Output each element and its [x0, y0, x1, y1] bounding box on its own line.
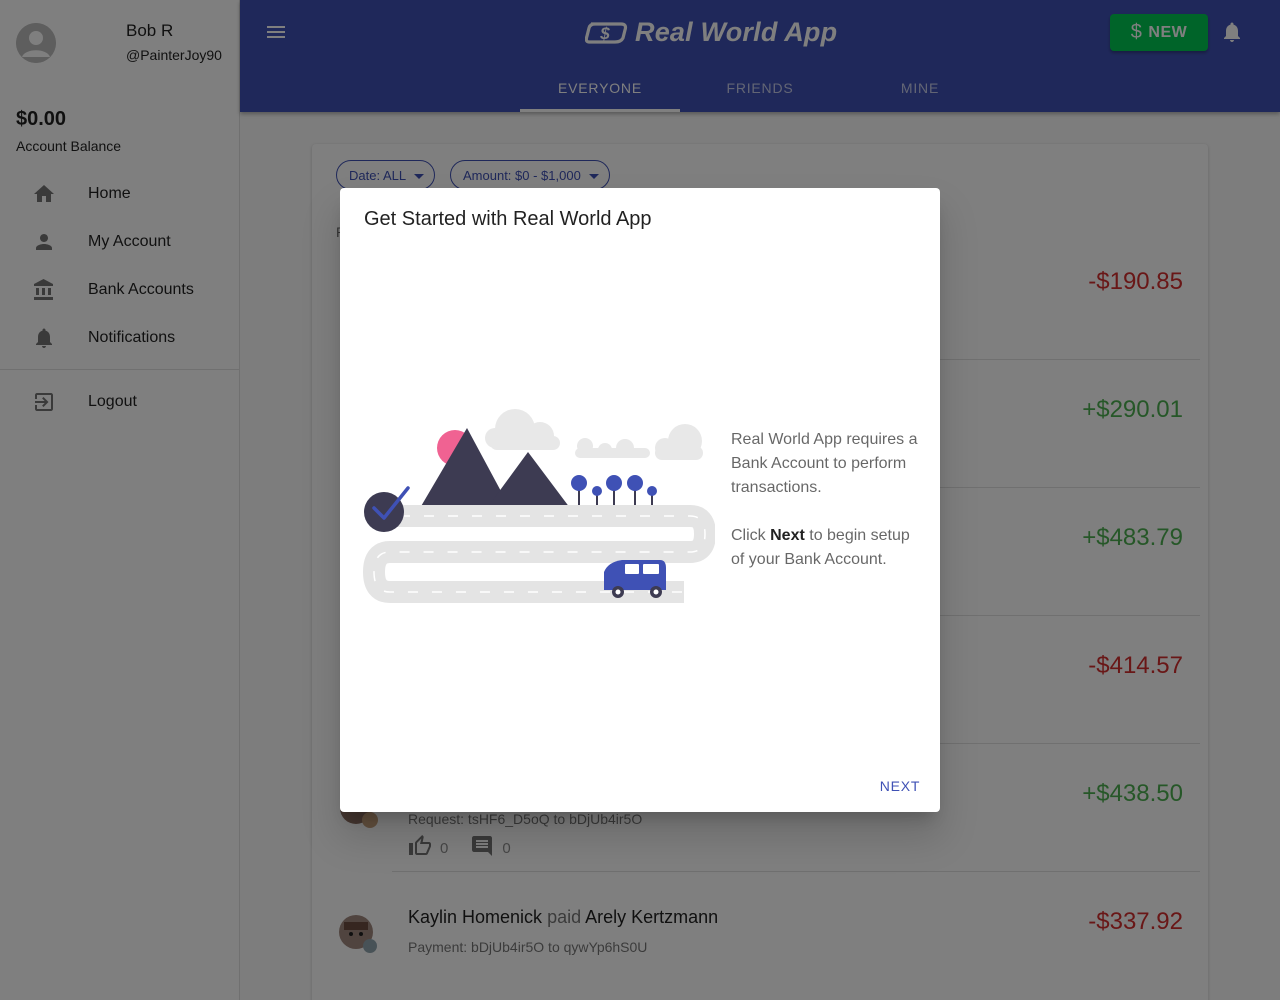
- dialog-click-text: Click: [731, 527, 771, 544]
- next-button[interactable]: NEXT: [870, 775, 930, 797]
- dialog-body-line1: Real World App requires a Bank Account t…: [731, 431, 918, 496]
- dialog-body-line2: Click Next to begin setup of your Bank A…: [731, 524, 926, 572]
- onboarding-illustration: [362, 409, 715, 603]
- dialog-body: Real World App requires a Bank Account t…: [731, 428, 926, 572]
- dialog-next-emphasis: Next: [770, 527, 805, 544]
- dialog-title: Get Started with Real World App: [364, 208, 652, 230]
- onboarding-dialog: Get Started with Real World App Real Wor…: [340, 188, 940, 812]
